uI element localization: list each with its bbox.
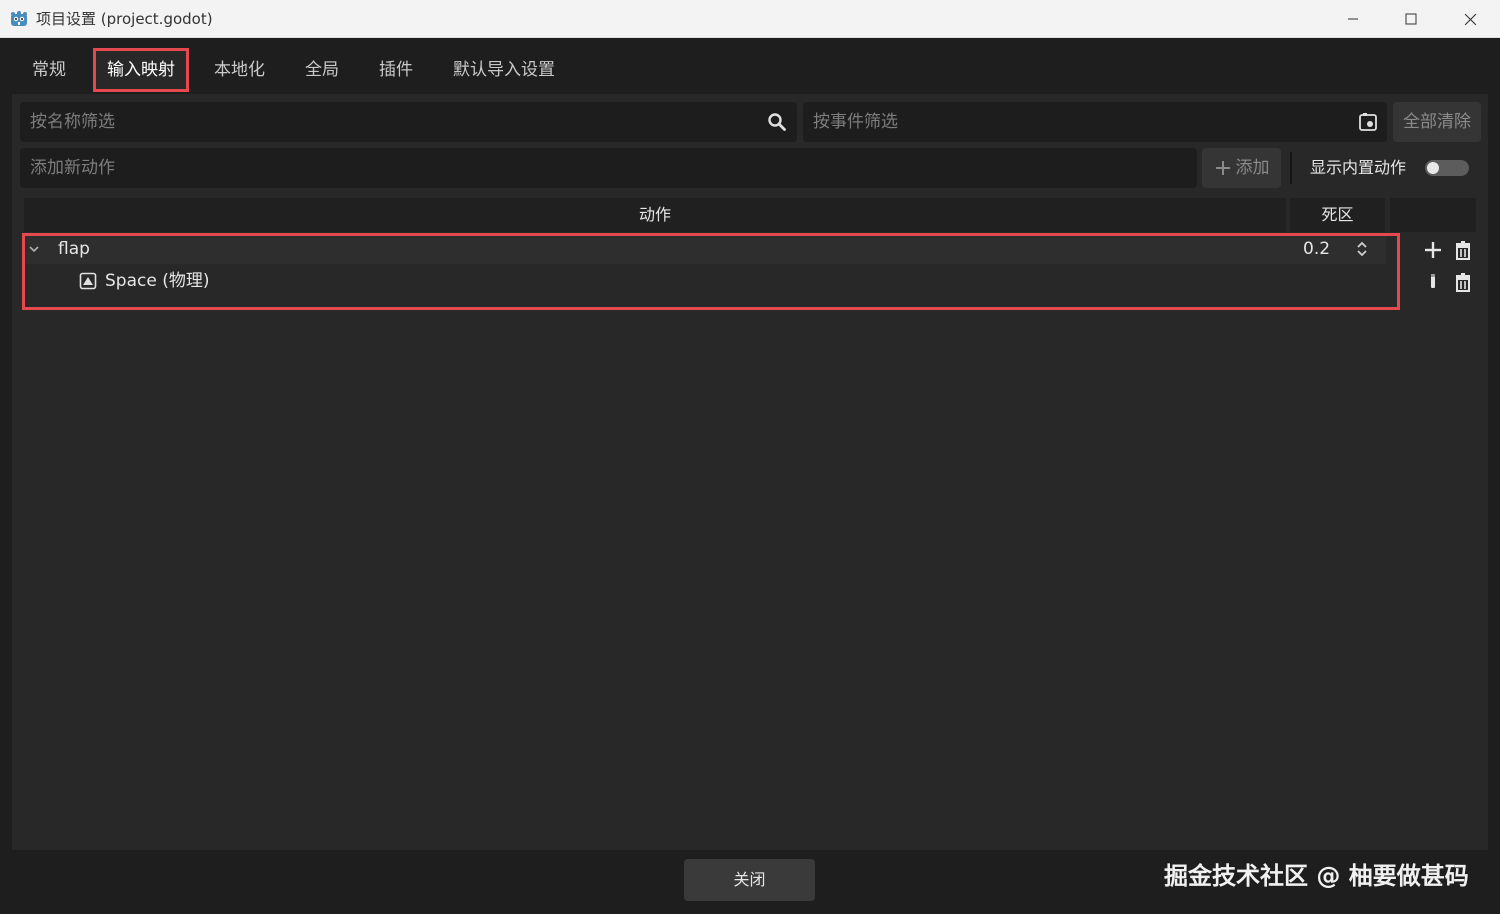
input-map-panel: 全部清除 添加 显示内置动作 动作 死区 flap 0.2 Space (物理) bbox=[12, 94, 1488, 850]
filter-by-name-field[interactable] bbox=[20, 102, 797, 142]
tab-localization[interactable]: 本地化 bbox=[202, 48, 277, 92]
tab-import-defaults[interactable]: 默认导入设置 bbox=[441, 48, 567, 92]
new-action-input[interactable] bbox=[30, 148, 1180, 188]
column-header-action: 动作 bbox=[24, 198, 1286, 232]
event-label: Space (物理) bbox=[105, 271, 210, 291]
filter-by-event-field[interactable] bbox=[803, 102, 1387, 142]
search-icon[interactable] bbox=[764, 109, 790, 135]
minimize-icon bbox=[1348, 18, 1358, 20]
listen-event-icon[interactable] bbox=[1355, 109, 1381, 135]
column-header-deadzone: 死区 bbox=[1290, 198, 1385, 232]
close-window-button[interactable] bbox=[1441, 0, 1499, 38]
title-bar: 项目设置 (project.godot) bbox=[0, 0, 1500, 38]
window-title: 项目设置 (project.godot) bbox=[36, 10, 213, 28]
tab-general[interactable]: 常规 bbox=[20, 48, 78, 92]
spinner-icon[interactable] bbox=[1355, 241, 1369, 257]
keyboard-icon bbox=[79, 272, 97, 290]
separator bbox=[1290, 152, 1292, 184]
show-builtin-toggle[interactable] bbox=[1425, 160, 1469, 176]
action-name: flap bbox=[58, 239, 90, 259]
trash-icon[interactable] bbox=[1453, 240, 1473, 260]
maximize-icon bbox=[1405, 13, 1417, 25]
tab-globals[interactable]: 全局 bbox=[293, 48, 351, 92]
add-action-label: 添加 bbox=[1235, 158, 1270, 178]
new-action-field[interactable] bbox=[20, 148, 1197, 188]
maximize-button[interactable] bbox=[1382, 0, 1440, 38]
event-row[interactable]: Space (物理) bbox=[24, 266, 1386, 296]
close-icon bbox=[1464, 13, 1476, 25]
add-action-button[interactable]: 添加 bbox=[1202, 148, 1281, 188]
godot-icon bbox=[11, 11, 27, 26]
action-row-flap[interactable]: flap 0.2 bbox=[24, 234, 1386, 264]
tab-plugins[interactable]: 插件 bbox=[367, 48, 425, 92]
minimize-button[interactable] bbox=[1324, 0, 1382, 38]
close-button[interactable]: 关闭 bbox=[684, 859, 815, 901]
chevron-down-icon[interactable] bbox=[28, 243, 40, 255]
deadzone-value[interactable]: 0.2 bbox=[1303, 234, 1330, 264]
tab-bar: 常规 输入映射 本地化 全局 插件 默认导入设置 bbox=[0, 38, 1500, 94]
column-header-tools bbox=[1390, 198, 1476, 232]
trash-icon[interactable] bbox=[1453, 272, 1473, 292]
filter-by-event-input[interactable] bbox=[813, 102, 1353, 142]
edit-icon[interactable] bbox=[1425, 272, 1441, 290]
add-event-icon[interactable] bbox=[1423, 240, 1443, 260]
filter-by-name-input[interactable] bbox=[30, 102, 760, 142]
tab-input-map[interactable]: 输入映射 bbox=[93, 48, 189, 92]
show-builtin-label: 显示内置动作 bbox=[1310, 158, 1407, 177]
watermark: 掘金技术社区 @ 柚要做甚码 bbox=[1164, 862, 1469, 890]
plus-icon bbox=[1215, 161, 1230, 175]
clear-all-button[interactable]: 全部清除 bbox=[1393, 102, 1481, 142]
